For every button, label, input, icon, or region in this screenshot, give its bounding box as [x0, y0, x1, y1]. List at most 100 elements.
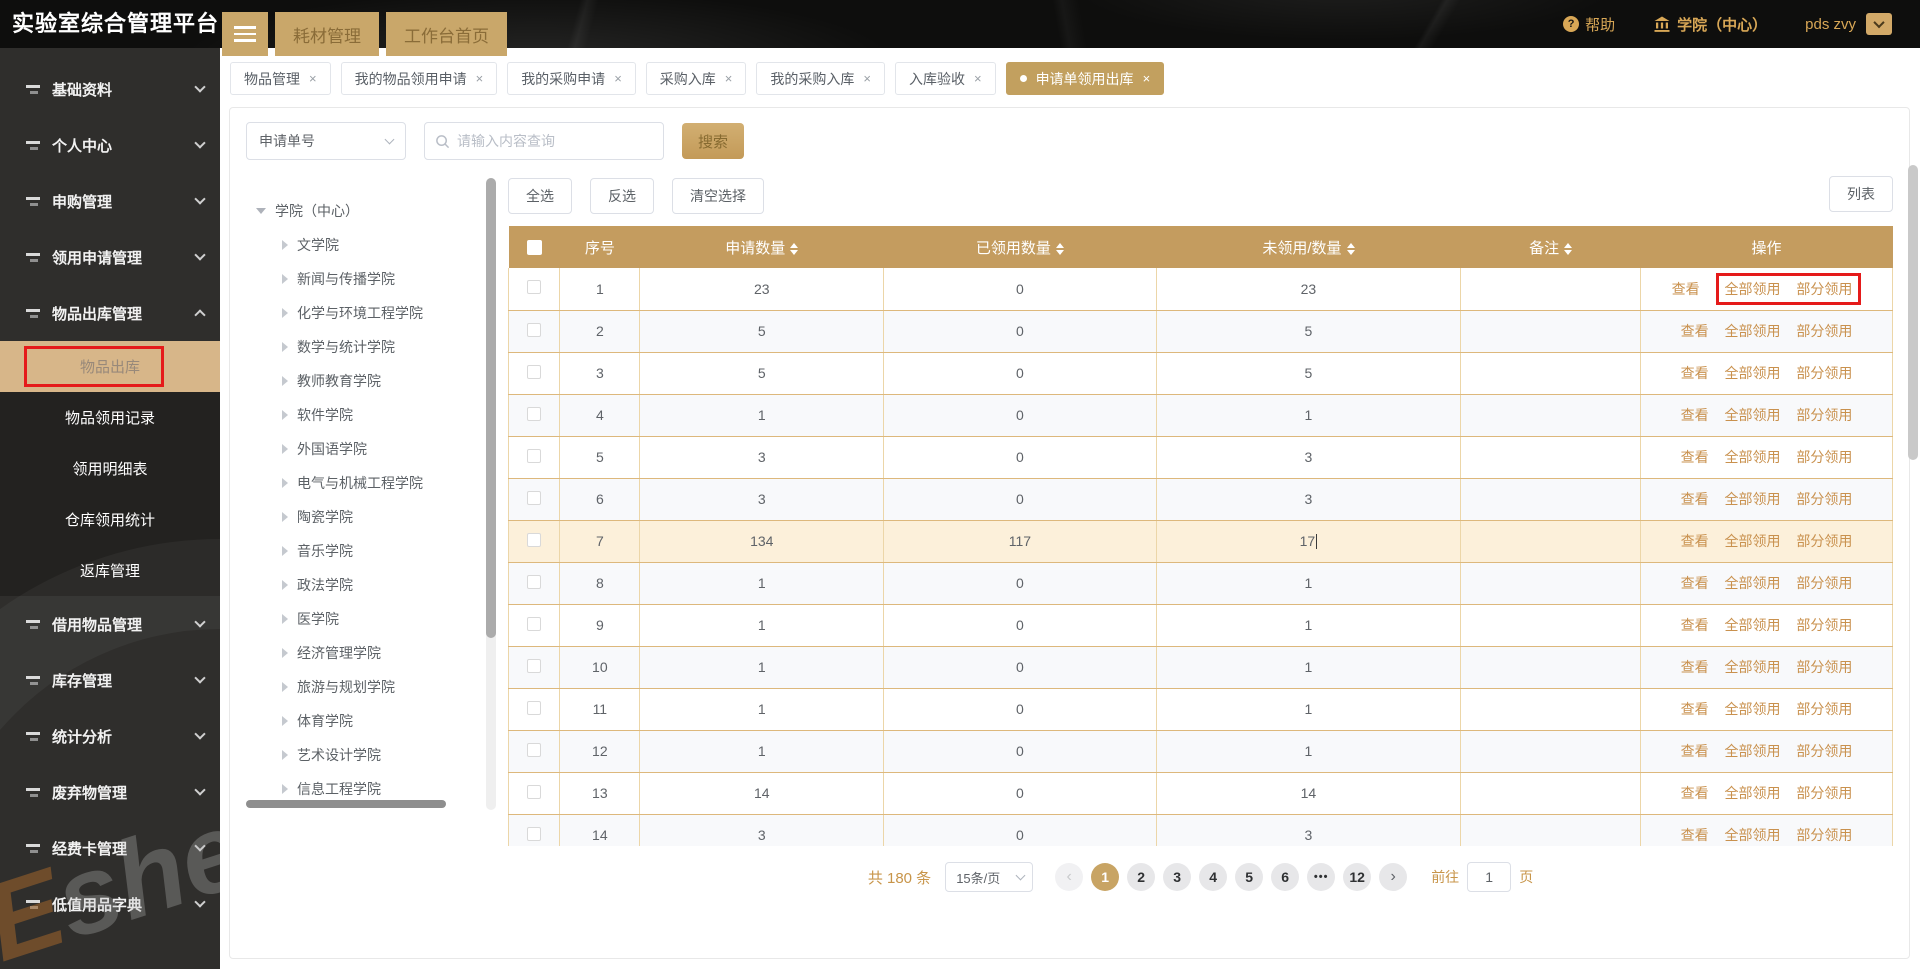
sidebar-subitem-4[interactable]: 返库管理 [0, 545, 220, 596]
column-header-2[interactable]: 已领用数量 [884, 226, 1157, 268]
collapsed-arrow-icon[interactable] [282, 682, 288, 692]
claim-partial-link[interactable]: 部分领用 [1796, 701, 1852, 717]
view-link[interactable]: 查看 [1681, 827, 1709, 843]
expanded-arrow-icon[interactable] [256, 208, 266, 214]
tree-node[interactable]: 数学与统计学院 [256, 330, 482, 364]
sidebar-item-2[interactable]: 申购管理 [0, 173, 220, 229]
next-page-button[interactable]: › [1379, 863, 1407, 891]
close-icon[interactable]: × [614, 71, 622, 86]
chevron-down-icon[interactable] [1866, 13, 1892, 35]
collapsed-arrow-icon[interactable] [282, 274, 288, 284]
page-button-2[interactable]: 2 [1127, 863, 1155, 891]
claim-all-link[interactable]: 全部领用 [1725, 449, 1781, 465]
collapsed-arrow-icon[interactable] [282, 614, 288, 624]
close-icon[interactable]: × [974, 71, 982, 86]
tree-node[interactable]: 医学院 [256, 602, 482, 636]
page-button-6[interactable]: 6 [1271, 863, 1299, 891]
tree-node[interactable]: 文学院 [256, 228, 482, 262]
clear-selection-button[interactable]: 清空选择 [672, 178, 764, 214]
collapsed-arrow-icon[interactable] [282, 580, 288, 590]
column-header-1[interactable]: 申请数量 [640, 226, 884, 268]
claim-all-link[interactable]: 全部领用 [1725, 533, 1781, 549]
view-link[interactable]: 查看 [1681, 365, 1709, 381]
row-checkbox[interactable] [527, 785, 541, 799]
collapsed-arrow-icon[interactable] [282, 444, 288, 454]
page-button-3[interactable]: 3 [1163, 863, 1191, 891]
claim-all-link[interactable]: 全部领用 [1725, 365, 1781, 381]
sort-icon[interactable] [790, 243, 798, 255]
user-menu[interactable]: pds zvy [1805, 13, 1892, 35]
row-checkbox[interactable] [527, 575, 541, 589]
tree-node[interactable]: 艺术设计学院 [256, 738, 482, 772]
row-checkbox[interactable] [527, 701, 541, 715]
prev-page-button[interactable]: ‹ [1055, 863, 1083, 891]
tab-chip-1[interactable]: 我的物品领用申请 × [341, 62, 498, 95]
row-checkbox[interactable] [527, 617, 541, 631]
collapsed-arrow-icon[interactable] [282, 410, 288, 420]
collapsed-arrow-icon[interactable] [282, 750, 288, 760]
claim-all-link[interactable]: 全部领用 [1725, 659, 1781, 675]
claim-partial-link[interactable]: 部分领用 [1796, 407, 1852, 423]
row-checkbox[interactable] [527, 449, 541, 463]
view-link[interactable]: 查看 [1681, 491, 1709, 507]
sidebar-item-6[interactable]: 库存管理 [0, 652, 220, 708]
tab-chip-6[interactable]: 申请单领用出库 × [1006, 62, 1165, 95]
column-header-3[interactable]: 未领用/数量 [1156, 226, 1460, 268]
sidebar-item-7[interactable]: 统计分析 [0, 708, 220, 764]
row-checkbox[interactable] [527, 280, 541, 294]
page-scrollbar-thumb[interactable] [1908, 165, 1918, 460]
row-checkbox[interactable] [527, 533, 541, 547]
claim-partial-link[interactable]: 部分领用 [1796, 575, 1852, 591]
tree-node[interactable]: 外国语学院 [256, 432, 482, 466]
claim-partial-link[interactable]: 部分领用 [1796, 449, 1852, 465]
view-link[interactable]: 查看 [1681, 407, 1709, 423]
sidebar-subitem-0[interactable]: 物品出库 [0, 341, 220, 392]
claim-partial-link[interactable]: 部分领用 [1796, 533, 1852, 549]
sidebar-item-4[interactable]: 物品出库管理 [0, 285, 220, 341]
view-link[interactable]: 查看 [1681, 701, 1709, 717]
tree-node[interactable]: 政法学院 [256, 568, 482, 602]
select-all-button[interactable]: 全选 [508, 178, 572, 214]
row-checkbox[interactable] [527, 827, 541, 841]
sort-icon[interactable] [1564, 243, 1572, 255]
column-header-4[interactable]: 备注 [1461, 226, 1641, 268]
row-checkbox[interactable] [527, 323, 541, 337]
collapsed-arrow-icon[interactable] [282, 716, 288, 726]
sidebar-item-9[interactable]: 经费卡管理 [0, 820, 220, 876]
view-link[interactable]: 查看 [1681, 659, 1709, 675]
sidebar-item-1[interactable]: 个人中心 [0, 117, 220, 173]
tree-node[interactable]: 陶瓷学院 [256, 500, 482, 534]
close-icon[interactable]: × [1143, 71, 1151, 86]
help-button[interactable]: ? 帮助 [1563, 14, 1615, 35]
tree-node[interactable]: 旅游与规划学院 [256, 670, 482, 704]
claim-all-link[interactable]: 全部领用 [1725, 785, 1781, 801]
claim-all-link[interactable]: 全部领用 [1725, 323, 1781, 339]
claim-partial-link[interactable]: 部分领用 [1796, 827, 1852, 843]
goto-page-input[interactable] [1467, 862, 1511, 892]
claim-partial-link[interactable]: 部分领用 [1796, 785, 1852, 801]
sidebar-subitem-3[interactable]: 仓库领用统计 [0, 494, 220, 545]
claim-partial-link[interactable]: 部分领用 [1796, 323, 1852, 339]
collapsed-arrow-icon[interactable] [282, 478, 288, 488]
row-checkbox[interactable] [527, 491, 541, 505]
sidebar-item-5[interactable]: 借用物品管理 [0, 596, 220, 652]
search-button[interactable]: 搜索 [682, 123, 744, 159]
tree-node[interactable]: 音乐学院 [256, 534, 482, 568]
close-icon[interactable]: × [309, 71, 317, 86]
invert-selection-button[interactable]: 反选 [590, 178, 654, 214]
page-size-select[interactable]: 15条/页 [945, 862, 1033, 892]
tab-chip-3[interactable]: 采购入库 × [646, 62, 747, 95]
collapsed-arrow-icon[interactable] [282, 784, 288, 794]
select-all-checkbox[interactable] [527, 240, 542, 255]
sidebar-item-8[interactable]: 废弃物管理 [0, 764, 220, 820]
tree-horizontal-scrollbar[interactable] [246, 800, 446, 808]
claim-all-link[interactable]: 全部领用 [1725, 743, 1781, 759]
view-link[interactable]: 查看 [1681, 575, 1709, 591]
view-link[interactable]: 查看 [1681, 533, 1709, 549]
close-icon[interactable]: × [725, 71, 733, 86]
tree-node[interactable]: 经济管理学院 [256, 636, 482, 670]
tab-chip-2[interactable]: 我的采购申请 × [507, 62, 636, 95]
claim-partial-link[interactable]: 部分领用 [1796, 281, 1852, 297]
collapsed-arrow-icon[interactable] [282, 546, 288, 556]
org-selector[interactable]: 学院（中心） [1653, 14, 1767, 35]
